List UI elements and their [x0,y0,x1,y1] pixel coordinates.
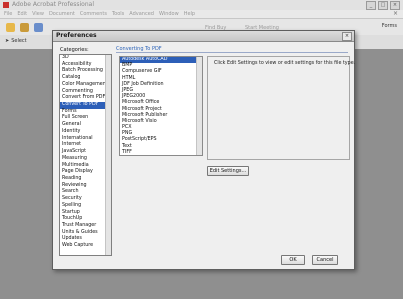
settings-info-text: Click Edit Settings to view or edit sett… [214,61,356,66]
category-item[interactable]: General [60,122,111,129]
edit-settings-button[interactable]: Edit Settings... [207,166,249,176]
save-icon[interactable] [34,23,43,32]
categories-list[interactable]: 3D Accessibility Batch Processing Catalo… [59,54,112,256]
folder-icon[interactable] [6,23,15,32]
file-type-item[interactable]: TIFF [120,150,202,155]
category-item[interactable]: TouchUp [60,216,111,223]
category-item[interactable]: Identity [60,129,111,136]
ok-button[interactable]: OK [281,255,305,265]
document-close-icon[interactable]: × [393,11,399,17]
category-item[interactable]: Catalog [60,75,111,82]
menu-help[interactable]: Help [184,11,195,17]
menu-comments[interactable]: Comments [80,11,107,17]
section-divider [116,52,348,53]
preferences-dialog: Preferences × Categories: 3D Accessibili… [52,30,355,270]
menu-file[interactable]: File [4,11,12,17]
minimize-button[interactable]: _ [366,1,376,10]
category-item[interactable]: Measuring [60,156,111,163]
create-pdf-icon[interactable] [20,23,29,32]
menu-advanced[interactable]: Advanced [129,11,154,17]
acrobat-icon [3,2,9,8]
category-item[interactable]: Color Management [60,82,111,89]
file-type-scrollbar[interactable] [196,57,202,155]
menu-document[interactable]: Document [49,11,75,17]
cancel-button[interactable]: Cancel [312,255,338,265]
dialog-close-icon[interactable]: × [342,32,352,41]
category-item-selected[interactable]: Convert To PDF [60,102,111,109]
dialog-titlebar: Preferences × [53,31,354,42]
category-item[interactable]: Trust Manager [60,223,111,230]
category-item[interactable]: JavaScript [60,149,111,156]
categories-label: Categories: [60,47,89,53]
categories-scrollbar[interactable] [105,55,111,255]
select-tool[interactable]: ➤ Select [5,38,27,44]
category-item[interactable]: Reading [60,176,111,183]
category-item[interactable]: Security [60,196,111,203]
file-type-list[interactable]: Autodesk AutoCAD BMP Compuserve GIF HTML… [119,56,203,156]
cursor-icon: ➤ [5,38,10,44]
settings-info-panel: Click Edit Settings to view or edit sett… [207,56,355,160]
close-window-button[interactable]: × [390,1,400,10]
category-item[interactable]: Spelling [60,203,111,210]
maximize-button[interactable]: □ [378,1,388,10]
window-controls: _ □ × [366,1,400,10]
menu-bar: File Edit View Document Comments Tools A… [0,10,403,19]
select-label: Select [11,38,27,44]
menu-view[interactable]: View [32,11,44,17]
menu-window[interactable]: Window [159,11,179,17]
menu-tools[interactable]: Tools [112,11,124,17]
forms-button[interactable]: Forms [382,23,397,29]
category-item[interactable]: Page Display [60,169,111,176]
menu-edit[interactable]: Edit [17,11,27,17]
category-item[interactable]: 3D [60,55,111,62]
app-title: Adobe Acrobat Professional [12,1,94,8]
category-item[interactable]: Web Capture [60,243,111,250]
dialog-title: Preferences [56,32,97,39]
